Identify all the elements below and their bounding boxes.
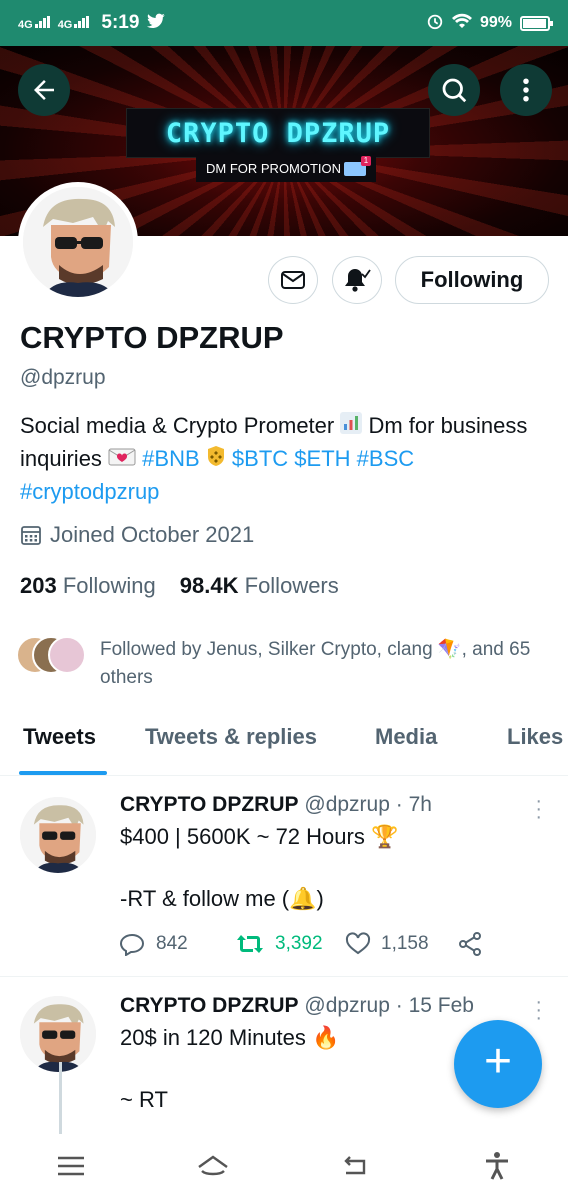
tweet-author-name: CRYPTO DPZRUP — [120, 994, 299, 1017]
banner-brand-text: CRYPTO DPZRUP — [126, 108, 430, 158]
followers-label: Followers — [244, 573, 339, 598]
twitter-bird-icon — [147, 13, 166, 34]
tweet-text-line1: $400 | 5600K ~ 72 Hours 🏆 — [120, 824, 399, 849]
cashtag-btc[interactable]: $BTC — [232, 446, 288, 471]
share-icon — [459, 932, 481, 956]
tweet[interactable]: CRYPTO DPZRUP @dpzrup · 7h · · · $400 | 56… — [0, 777, 568, 977]
followed-by-text: Followed by Jenus, Silker Crypto, clang … — [100, 639, 531, 688]
following-button[interactable]: Following — [395, 256, 549, 304]
follow-stats: 203 Following 98.4K Followers — [20, 573, 339, 599]
hashtag-bsc[interactable]: #BSC — [357, 446, 414, 471]
back-button[interactable] — [18, 64, 70, 116]
tab-tweets[interactable]: Tweets — [23, 724, 96, 750]
accessibility-button[interactable] — [480, 1151, 514, 1186]
banner-promo-text: DM FOR PROMOTION — [206, 161, 342, 176]
search-button[interactable] — [428, 64, 480, 116]
followers-count: 98.4K — [179, 573, 239, 598]
love-letter-icon — [108, 444, 136, 476]
follower-avatars — [16, 636, 92, 676]
like-button[interactable]: 1,158 — [345, 932, 457, 956]
tab-likes[interactable]: Likes — [507, 724, 563, 750]
tweet-author-name: CRYPTO DPZRUP — [120, 793, 299, 816]
followers-link[interactable]: 98.4K Followers — [180, 573, 339, 599]
message-button[interactable] — [268, 256, 318, 304]
tweet-handle-time: @dpzrup · 15 Feb — [304, 994, 474, 1017]
alarm-icon — [426, 12, 444, 35]
hashtag-bnb[interactable]: #BNB — [142, 446, 199, 471]
share-button[interactable] — [457, 931, 483, 957]
bar-chart-icon — [340, 411, 363, 443]
network-indicator-2: 4G — [58, 16, 90, 31]
status-bar: 4G 4G 5:19 99% — [0, 0, 568, 46]
notifications-button[interactable] — [332, 256, 382, 304]
tweet-actions: 842 3,392 1,158 — [120, 931, 483, 957]
hashtag-cryptodpzrup[interactable]: #cryptodpzrup — [20, 479, 159, 504]
tab-tweets-replies[interactable]: Tweets & replies — [145, 724, 317, 750]
display-name: CRYPTO DPZRUP — [20, 320, 284, 355]
recent-apps-button[interactable] — [54, 1151, 88, 1186]
tweet-header: CRYPTO DPZRUP @dpzrup · 7h — [120, 793, 432, 817]
wifi-icon — [451, 13, 472, 34]
retweet-count: 3,392 — [275, 933, 323, 954]
tweet-handle-time: @dpzrup · 7h — [304, 793, 432, 816]
profile-avatar[interactable] — [18, 182, 138, 302]
tweet-more-icon[interactable]: · · · — [535, 791, 542, 827]
more-vertical-icon — [523, 78, 529, 102]
envelope-icon — [344, 156, 371, 176]
user-handle: @dpzrup — [20, 366, 106, 389]
like-icon — [345, 932, 371, 955]
tweet-text-line2: -RT & follow me (🔔) — [120, 886, 324, 911]
more-options-button[interactable] — [500, 64, 552, 116]
retweet-icon — [237, 935, 263, 953]
retweet-button[interactable]: 3,392 — [235, 932, 345, 956]
followed-by[interactable]: Followed by Jenus, Silker Crypto, clang … — [16, 636, 560, 692]
battery-icon — [520, 15, 553, 31]
accessibility-icon — [486, 1151, 508, 1180]
signal-icon — [34, 16, 50, 28]
following-link[interactable]: 203 Following — [20, 573, 156, 599]
signal-icon — [74, 16, 90, 28]
home-button[interactable] — [196, 1151, 230, 1186]
thread-line — [59, 1062, 62, 1134]
home-icon — [198, 1155, 228, 1175]
banner-promo: DM FOR PROMOTION — [196, 156, 376, 182]
tweet-header: CRYPTO DPZRUP @dpzrup · 15 Feb — [120, 994, 474, 1018]
compose-icon: + — [483, 1035, 513, 1088]
network-indicator-1: 4G — [18, 16, 50, 31]
back-arrow-icon — [34, 80, 54, 100]
reply-icon — [120, 933, 145, 956]
back-system-icon — [344, 1155, 366, 1174]
system-nav-bar — [0, 1136, 568, 1200]
active-tab-indicator — [19, 771, 107, 775]
back-system-button[interactable] — [338, 1151, 372, 1186]
joined-text: Joined October 2021 — [50, 522, 255, 547]
tweet-more-icon[interactable]: · · · — [535, 992, 542, 1028]
cashtag-eth[interactable]: $ETH — [294, 446, 350, 471]
avatar-illustration — [23, 187, 133, 297]
following-count: 203 — [20, 573, 57, 598]
bio-text-1: Social media & Crypto Prometer — [20, 413, 341, 438]
battery-percent: 99% — [479, 14, 512, 31]
follower-avatar — [48, 636, 86, 674]
profile-bio: Social media & Crypto Prometer Dm for bu… — [20, 410, 560, 508]
search-icon — [442, 78, 467, 103]
joined-date: Joined October 2021 — [20, 522, 254, 548]
menu-lines-icon — [58, 1156, 84, 1175]
clock: 5:19 — [101, 12, 140, 33]
following-label: Following — [62, 573, 156, 598]
like-count: 1,158 — [381, 933, 429, 954]
binance-icon — [206, 444, 226, 476]
reply-count: 842 — [156, 933, 188, 954]
bell-icon — [345, 269, 371, 292]
tweet-avatar[interactable] — [20, 797, 96, 873]
reply-button[interactable]: 842 — [120, 932, 235, 956]
mail-icon — [281, 271, 305, 289]
tweet-avatar[interactable] — [20, 996, 96, 1072]
calendar-icon — [21, 526, 41, 545]
compose-button[interactable]: + — [454, 1020, 542, 1108]
profile-tabs: Tweets Tweets & replies Media Likes — [0, 712, 568, 776]
tab-media[interactable]: Media — [375, 724, 437, 750]
